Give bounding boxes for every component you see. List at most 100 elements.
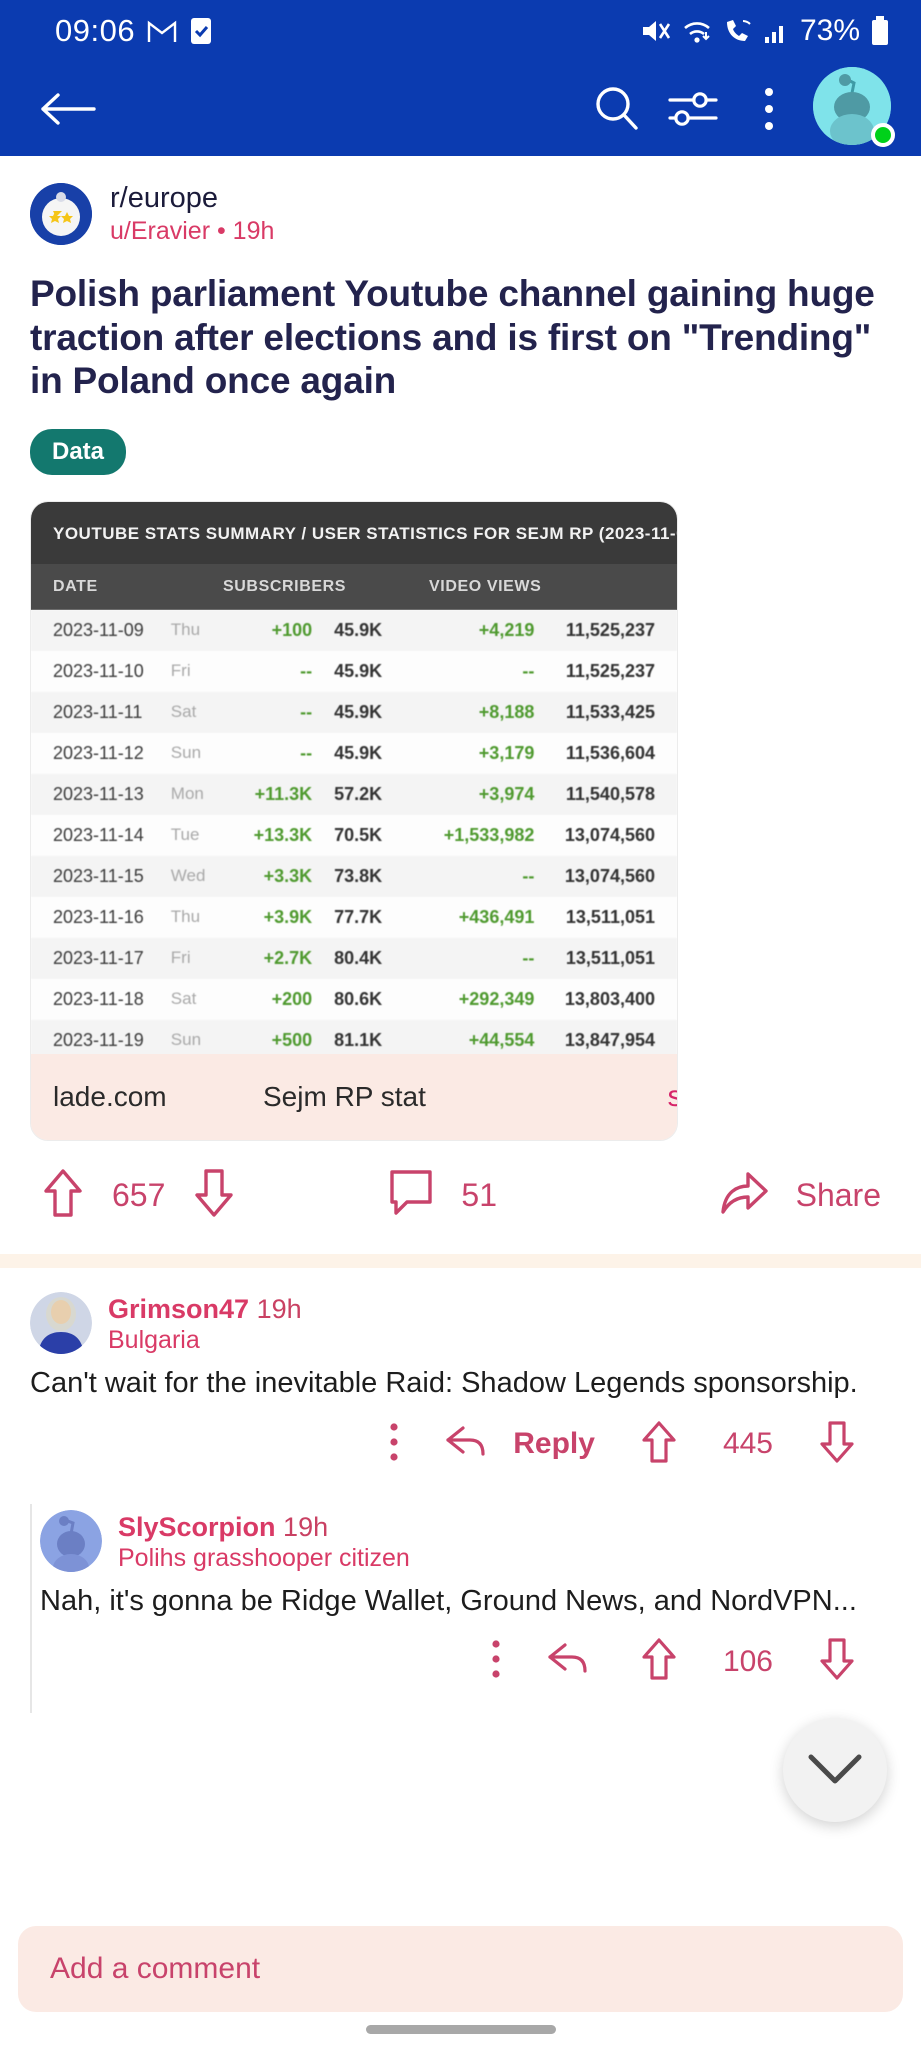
comment-upvote-button[interactable] <box>639 1419 679 1470</box>
back-button[interactable] <box>30 71 106 147</box>
post-action-bar: 657 51 Share <box>0 1140 921 1254</box>
stats-cell-view-total: 11,540,578 <box>565 783 655 804</box>
stats-cell-day: Tue <box>170 825 200 845</box>
avatar[interactable] <box>30 1291 92 1354</box>
stats-footer: lade.com Sejm RP stat socialblade.com/ <box>31 1053 677 1140</box>
subreddit-avatar <box>30 183 92 245</box>
app-bar <box>0 62 921 156</box>
stats-cell-view-total: 13,511,051 <box>565 906 655 927</box>
status-left: 09:06 <box>55 13 213 49</box>
comment-body: Nah, it's gonna be Ridge Wallet, Ground … <box>40 1584 857 1617</box>
comment-body: Can't wait for the inevitable Raid: Shad… <box>30 1366 858 1399</box>
stats-cell-view-total: 11,533,425 <box>565 701 655 722</box>
column-header-video-views: VIDEO VIEWS <box>429 577 542 595</box>
stats-cell-date: 2023-11-12 <box>53 742 144 763</box>
status-clock: 09:06 <box>55 13 136 48</box>
stats-cell-view-total: 13,511,051 <box>565 947 655 968</box>
share-group[interactable]: Share <box>718 1168 881 1223</box>
stats-cell-subscriber-total: 80.6K <box>334 988 383 1009</box>
subreddit-name[interactable]: r/europe <box>110 182 274 215</box>
comment-author[interactable]: SlyScorpion <box>118 1512 276 1542</box>
stats-cell-subscriber-delta: +2.7K <box>263 947 313 968</box>
stats-cell-subscriber-delta: +100 <box>271 619 313 640</box>
stats-cell-subscriber-total: 45.9K <box>334 619 383 640</box>
add-comment-bar: Add a comment <box>0 1910 921 2048</box>
comment-score: 445 <box>722 1427 773 1461</box>
stats-cell-subscriber-delta: -- <box>300 660 313 681</box>
source-link-text: socialblade.com/ <box>668 1080 677 1114</box>
stats-cell-date: 2023-11-09 <box>53 619 144 640</box>
status-right: 73% <box>640 14 891 48</box>
call-wifi-icon <box>722 17 754 45</box>
comment-group[interactable]: 51 <box>387 1167 497 1224</box>
stats-cell-subscriber-total: 80.4K <box>334 947 383 968</box>
stats-row: 2023-11-15 Wed +3.3K 73.8K -- 13,074,560 <box>31 855 677 897</box>
gmail-icon <box>147 18 177 44</box>
avatar[interactable] <box>40 1509 102 1572</box>
stats-cell-subscriber-total: 45.9K <box>334 701 383 722</box>
stats-row: 2023-11-16 Thu +3.9K 77.7K +436,491 13,511,05… <box>31 896 677 938</box>
comment-time: 19h <box>283 1511 329 1542</box>
comment-downvote-button[interactable] <box>817 1419 857 1470</box>
stats-cell-day: Sun <box>170 1030 202 1050</box>
stats-cell-subscriber-delta: +200 <box>271 988 313 1009</box>
stats-cell-date: 2023-11-15 <box>53 865 144 886</box>
post-header[interactable]: r/europe u/Eravier • 19h <box>30 182 891 246</box>
battery-icon <box>869 15 891 47</box>
reply-button[interactable] <box>443 1422 493 1467</box>
comment-overflow-button[interactable] <box>389 1422 399 1467</box>
online-status-dot <box>871 123 895 147</box>
stats-cell-day: Mon <box>170 784 204 804</box>
stats-cell-subscriber-total: 81.1K <box>334 1029 383 1050</box>
reply-label[interactable]: Reply <box>513 1427 595 1461</box>
comment-meta: Grimson47 19h Bulgaria <box>108 1292 302 1355</box>
stats-row: 2023-11-10 Fri -- 45.9K -- 11,525,237 <box>31 650 677 692</box>
downvote-button[interactable] <box>191 1167 237 1224</box>
footer-caption: Sejm RP stat <box>263 1080 426 1112</box>
stats-row: 2023-11-11 Sat -- 45.9K +8,188 11,533,425 <box>31 691 677 733</box>
user-avatar-button[interactable] <box>813 67 897 151</box>
stats-cell-subscriber-total: 57.2K <box>334 783 383 804</box>
comment-author-row: SlyScorpion 19h <box>118 1512 410 1543</box>
sort-filter-button[interactable] <box>655 71 731 147</box>
vote-group: 657 <box>40 1167 237 1224</box>
comment-flair: Bulgaria <box>108 1325 200 1354</box>
stats-cell-view-delta: +4,219 <box>478 619 535 640</box>
post-author-time[interactable]: u/Eravier • 19h <box>110 217 274 246</box>
stats-cell-day: Wed <box>170 866 206 886</box>
comment-upvote-button[interactable] <box>639 1636 679 1687</box>
stats-cell-subscriber-delta: +11.3K <box>254 783 313 804</box>
stats-cell-day: Sat <box>170 702 197 722</box>
stats-cell-day: Sun <box>170 743 202 763</box>
comment-flair: Polihs grasshooper citizen <box>118 1543 410 1572</box>
wifi-icon <box>681 17 713 45</box>
reply-button[interactable] <box>545 1639 595 1684</box>
stats-row: 2023-11-18 Sat +200 80.6K +292,349 13,803,400 <box>31 978 677 1020</box>
stats-cell-view-delta: +44,554 <box>468 1029 535 1050</box>
stats-cell-subscriber-delta: -- <box>300 701 313 722</box>
status-bar: 09:06 73% <box>0 0 921 62</box>
comment-downvote-button[interactable] <box>817 1636 857 1687</box>
stats-cell-view-total: 13,074,560 <box>564 865 655 886</box>
stats-cell-date: 2023-11-10 <box>53 660 144 681</box>
source-link[interactable]: socialblade.com/ <box>668 1076 677 1118</box>
scroll-down-button[interactable] <box>783 1718 887 1822</box>
add-comment-field[interactable]: Add a comment <box>18 1926 903 2012</box>
comment-item: Grimson47 19h Bulgaria Can't wait for th… <box>0 1268 921 1486</box>
comment-overflow-button[interactable] <box>491 1639 501 1684</box>
post-media-card[interactable]: YOUTUBE STATS SUMMARY / USER STATISTICS … <box>30 500 678 1141</box>
stats-cell-view-delta: +3,179 <box>478 742 535 763</box>
battery-percent: 73% <box>799 14 860 47</box>
comment-score: 106 <box>722 1644 773 1678</box>
more-vertical-button[interactable] <box>731 71 807 147</box>
upvote-button[interactable] <box>40 1167 86 1224</box>
search-button[interactable] <box>579 71 655 147</box>
stats-cell-date: 2023-11-16 <box>53 906 144 927</box>
stats-row: 2023-11-14 Tue +13.3K 70.5K +1,533,982 13,074… <box>31 814 677 856</box>
stats-column-headers: DATE SUBSCRIBERS VIDEO VIEWS <box>31 563 677 610</box>
post-flair[interactable]: Data <box>30 428 127 475</box>
stats-row: 2023-11-13 Mon +11.3K 57.2K +3,974 11,540,578 <box>31 773 677 815</box>
comment-time: 19h <box>256 1293 302 1324</box>
stats-cell-date: 2023-11-17 <box>53 947 144 968</box>
comment-author[interactable]: Grimson47 <box>108 1294 249 1324</box>
